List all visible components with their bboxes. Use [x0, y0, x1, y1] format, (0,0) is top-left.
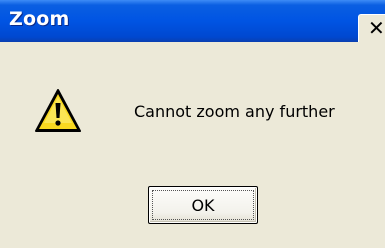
warning-icon — [35, 89, 81, 132]
dialog-message: Cannot zoom any further — [134, 102, 335, 121]
dialog-title: Zoom — [9, 8, 70, 30]
close-button[interactable]: ✕ — [358, 14, 385, 42]
close-icon: ✕ — [368, 16, 385, 40]
zoom-dialog: Zoom ✕ Cannot zoom any further OK — [0, 0, 385, 248]
ok-button[interactable]: OK — [148, 186, 258, 224]
title-bar[interactable]: Zoom ✕ — [0, 0, 385, 42]
